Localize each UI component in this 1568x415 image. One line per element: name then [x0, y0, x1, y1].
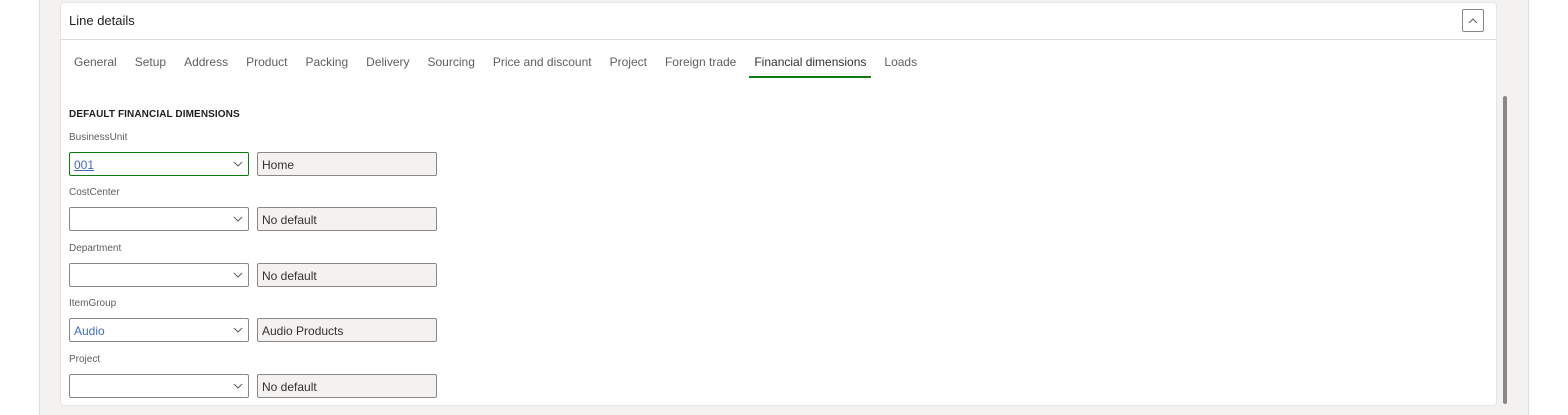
section-title: DEFAULT FINANCIAL DIMENSIONS	[69, 109, 240, 120]
tab-product[interactable]: Product	[241, 54, 292, 78]
businessunit-description-field: Home	[257, 152, 437, 176]
line-details-card: Line details General Setup Address Produ…	[60, 2, 1497, 406]
department-label: Department	[69, 243, 122, 254]
department-description-field: No default	[257, 263, 437, 287]
card-header[interactable]: Line details	[61, 3, 1496, 40]
tab-foreign-trade[interactable]: Foreign trade	[660, 54, 741, 78]
chevron-down-icon[interactable]	[232, 380, 244, 392]
tab-project[interactable]: Project	[605, 54, 652, 78]
tab-general[interactable]: General	[69, 54, 122, 78]
itemgroup-description-field: Audio Products	[257, 318, 437, 342]
tab-packing[interactable]: Packing	[300, 54, 353, 78]
itemgroup-description: Audio Products	[262, 324, 344, 338]
tab-loads[interactable]: Loads	[879, 54, 922, 78]
itemgroup-combobox[interactable]: Audio	[69, 318, 249, 342]
project-description-field: No default	[257, 374, 437, 398]
project-description: No default	[262, 380, 317, 394]
chevron-up-icon	[1468, 17, 1478, 23]
collapse-button[interactable]	[1462, 9, 1484, 32]
tab-address[interactable]: Address	[179, 54, 233, 78]
itemgroup-label: ItemGroup	[69, 298, 117, 309]
tab-financial-dimensions[interactable]: Financial dimensions	[749, 54, 872, 78]
chevron-down-icon[interactable]	[232, 213, 244, 225]
department-combobox[interactable]	[69, 263, 249, 287]
businessunit-description: Home	[262, 158, 295, 172]
card-title: Line details	[69, 13, 135, 28]
tab-price-and-discount[interactable]: Price and discount	[488, 54, 597, 78]
businessunit-label: BusinessUnit	[69, 132, 128, 143]
businessunit-combobox[interactable]: 001	[69, 152, 249, 176]
businessunit-value[interactable]: 001	[74, 158, 94, 172]
tab-sourcing[interactable]: Sourcing	[423, 54, 480, 78]
project-combobox[interactable]	[69, 374, 249, 398]
project-label: Project	[69, 354, 101, 365]
department-description: No default	[262, 269, 317, 283]
costcenter-description: No default	[262, 213, 317, 227]
vertical-scrollbar[interactable]	[1503, 96, 1507, 404]
tab-bar: General Setup Address Product Packing De…	[69, 54, 930, 78]
itemgroup-value[interactable]: Audio	[74, 324, 105, 338]
chevron-down-icon[interactable]	[232, 269, 244, 281]
costcenter-label: CostCenter	[69, 187, 120, 198]
tab-delivery[interactable]: Delivery	[361, 54, 414, 78]
tab-setup[interactable]: Setup	[130, 54, 171, 78]
chevron-down-icon[interactable]	[232, 158, 244, 170]
chevron-down-icon[interactable]	[232, 324, 244, 336]
costcenter-combobox[interactable]	[69, 207, 249, 231]
costcenter-description-field: No default	[257, 207, 437, 231]
